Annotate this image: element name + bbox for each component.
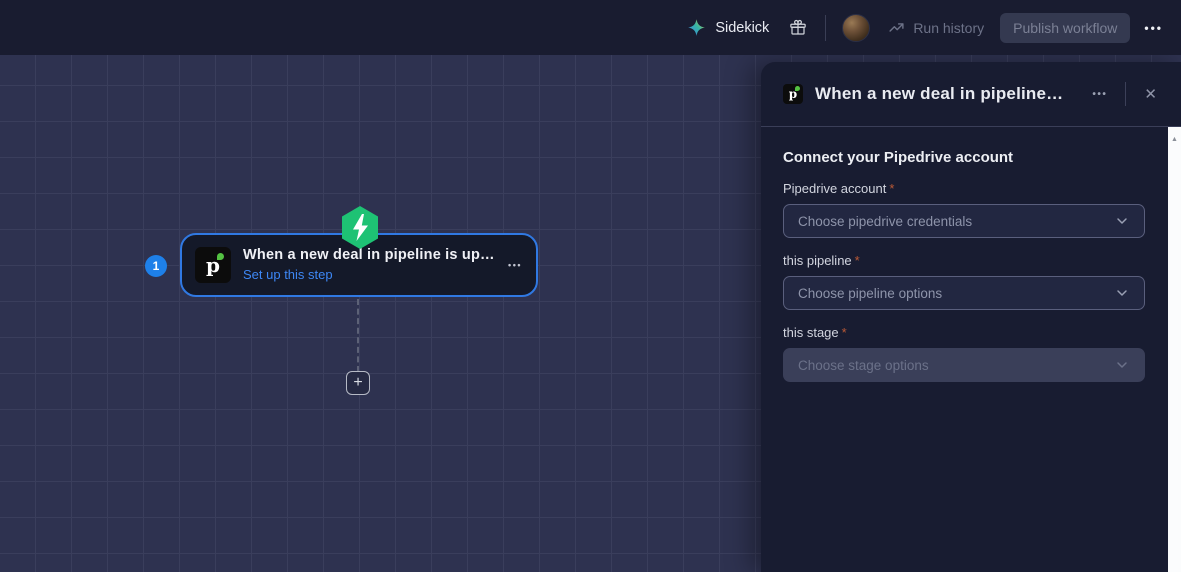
sidekick-sparkle-icon [688, 19, 706, 36]
section-heading: Connect your Pipedrive account [783, 149, 1014, 166]
node-more-button[interactable]: ••• [508, 260, 522, 270]
pipedrive-account-select[interactable]: Choose pipedrive credentials [783, 204, 1145, 238]
pipedrive-leaf-icon [795, 86, 800, 91]
panel-more-button[interactable]: ••• [1086, 85, 1113, 104]
panel-title: When a new deal in pipeline… [815, 84, 1064, 103]
topbar: Sidekick Run history Publish workflow ••… [0, 0, 1181, 55]
step-number-badge: 1 [145, 255, 167, 277]
run-history-button[interactable]: Run history [888, 19, 984, 36]
topbar-more-button[interactable]: ••• [1144, 21, 1163, 35]
field-label-text: this stage [783, 325, 839, 340]
field-label-text: Pipedrive account [783, 181, 887, 196]
run-history-label: Run history [913, 19, 985, 36]
chevron-down-icon [1117, 362, 1127, 368]
sidekick-label: Sidekick [715, 19, 770, 36]
trend-icon [889, 23, 904, 32]
select-placeholder: Choose pipeline options [798, 285, 943, 301]
setup-step-link[interactable]: Set up this step [243, 267, 333, 282]
this-pipeline-select[interactable]: Choose pipeline options [783, 276, 1145, 310]
panel-header: p When a new deal in pipeline… ••• ✕ [761, 62, 1181, 127]
chevron-down-icon [1117, 290, 1127, 296]
avatar[interactable] [842, 13, 871, 42]
panel-header-divider [1125, 82, 1127, 106]
panel-body: Connect your Pipedrive account Pipedrive… [761, 127, 1181, 402]
panel-scrollbar[interactable]: ▲ [1168, 127, 1181, 572]
chevron-down-icon [1117, 218, 1127, 224]
workflow-node[interactable]: 1 p When a new deal in pipeline is up… S… [145, 206, 538, 297]
topbar-divider [825, 14, 827, 41]
this-stage-select: Choose stage options [783, 348, 1145, 382]
select-placeholder: Choose pipedrive credentials [798, 213, 973, 229]
pipedrive-leaf-icon [217, 253, 224, 260]
field-label-pipedrive-account: Pipedrive account * [783, 181, 1145, 196]
scroll-up-icon[interactable]: ▲ [1171, 136, 1178, 572]
gift-icon [790, 19, 807, 35]
trigger-bolt-badge-icon [342, 206, 378, 249]
pipedrive-icon: p [195, 247, 231, 283]
add-step-button[interactable]: + [346, 371, 370, 395]
required-asterisk: * [841, 325, 847, 340]
gift-button[interactable] [789, 19, 807, 37]
field-label-this-pipeline: this pipeline * [783, 253, 1145, 268]
sidekick-nav[interactable]: Sidekick [687, 18, 769, 37]
field-label-text: this pipeline [783, 253, 852, 268]
select-placeholder: Choose stage options [798, 357, 929, 373]
publish-workflow-button[interactable]: Publish workflow [1000, 12, 1131, 43]
pipedrive-icon-small: p [783, 84, 803, 104]
config-panel: p When a new deal in pipeline… ••• ✕ Con… [761, 62, 1181, 572]
node-text: When a new deal in pipeline is up… Set u… [243, 247, 502, 284]
connector-line [357, 299, 359, 372]
field-label-this-stage: this stage * [783, 325, 1145, 340]
close-icon[interactable]: ✕ [1138, 83, 1163, 105]
required-asterisk: * [889, 181, 895, 196]
required-asterisk: * [854, 253, 860, 268]
